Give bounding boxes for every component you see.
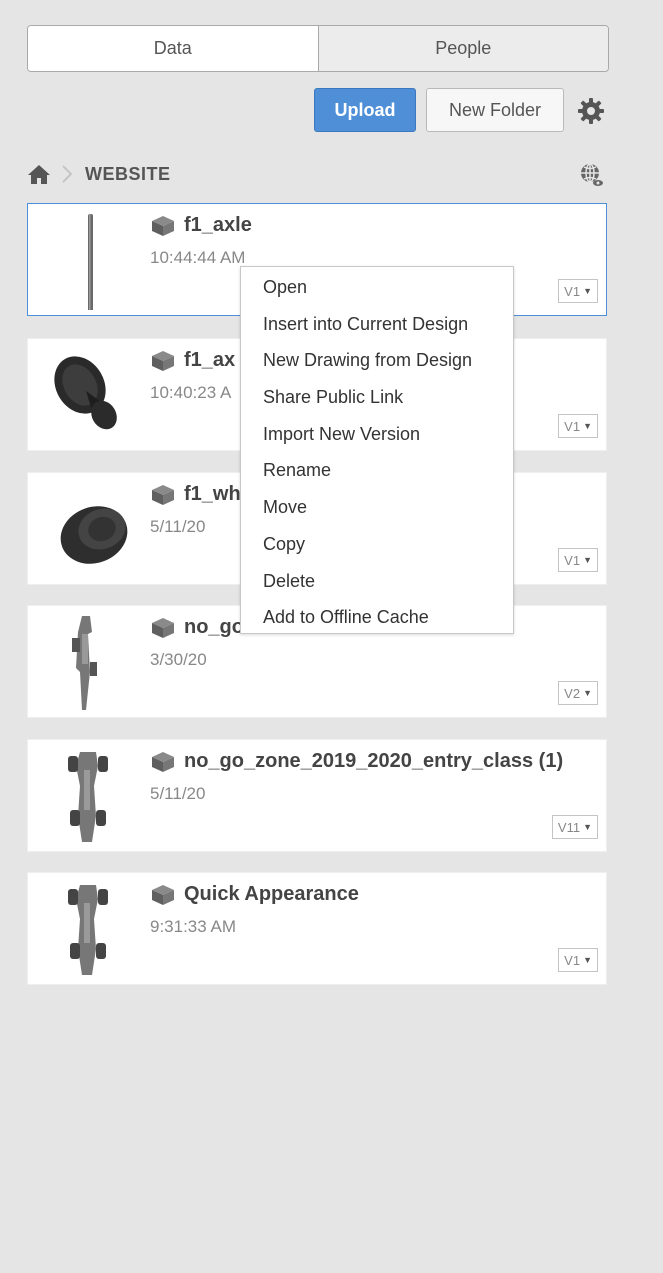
menu-item-insert-into-current-design[interactable]: Insert into Current Design [241, 306, 513, 343]
caret-down-icon: ▼ [583, 955, 592, 965]
cube-icon [152, 350, 174, 371]
version-dropdown[interactable]: V1 ▼ [558, 279, 598, 303]
cube-icon [152, 751, 174, 772]
menu-item-share-public-link[interactable]: Share Public Link [241, 379, 513, 416]
version-dropdown[interactable]: V1 ▼ [558, 548, 598, 572]
menu-item-new-drawing-from-design[interactable]: New Drawing from Design [241, 342, 513, 379]
file-timestamp: 5/11/20 [150, 517, 206, 536]
file-timestamp: 10:44:44 AM [150, 248, 246, 267]
upload-button[interactable]: Upload [314, 88, 416, 132]
cube-icon [152, 884, 174, 905]
version-dropdown[interactable]: V11 ▼ [551, 815, 598, 839]
tab-bar: Data People [27, 25, 609, 72]
file-name[interactable]: Quick Appearance [184, 883, 359, 906]
version-label: V1 [564, 418, 581, 434]
version-dropdown[interactable]: V2 ▼ [558, 681, 598, 705]
caret-down-icon: ▼ [583, 421, 592, 431]
menu-item-open[interactable]: Open [241, 269, 513, 306]
chevron-right-icon [62, 165, 73, 183]
caret-down-icon: ▼ [583, 555, 592, 565]
version-label: V1 [564, 552, 581, 568]
file-name-start[interactable]: no_go [184, 616, 244, 639]
thumbnail-wheel [60, 506, 128, 564]
caret-down-icon: ▼ [583, 286, 592, 296]
globe-icon[interactable] [576, 160, 606, 190]
breadcrumb: WEBSITE [27, 160, 171, 188]
data-panel: Data People Upload New Folder WEBSITE f1… [0, 0, 663, 1273]
menu-item-copy[interactable]: Copy [241, 526, 513, 563]
version-label: V11 [557, 819, 581, 835]
thumbnail-axle-rod [88, 214, 93, 310]
file-name[interactable]: no_go_zone_2019_2020_entry_class (1) [184, 750, 563, 773]
tab-people[interactable]: People [317, 26, 608, 71]
thumbnail-car-top [68, 752, 108, 842]
cube-icon [152, 617, 174, 638]
file-timestamp: 5/11/20 [150, 784, 206, 803]
caret-down-icon: ▼ [583, 688, 592, 698]
thumbnail-car-top [68, 885, 108, 975]
menu-item-move[interactable]: Move [241, 489, 513, 526]
file-timestamp: 3/30/20 [150, 650, 207, 669]
version-label: V1 [564, 283, 581, 299]
version-dropdown[interactable]: V1 ▼ [558, 414, 598, 438]
home-icon[interactable] [27, 163, 51, 185]
new-folder-button[interactable]: New Folder [426, 88, 564, 132]
cube-icon [152, 484, 174, 505]
tab-data[interactable]: Data [28, 26, 318, 71]
menu-item-delete[interactable]: Delete [241, 563, 513, 600]
thumbnail-car-side [72, 616, 97, 710]
thumbnail-axle-hub [54, 356, 117, 430]
menu-item-import-new-version[interactable]: Import New Version [241, 416, 513, 453]
file-name[interactable]: f1_wh [184, 483, 241, 506]
file-timestamp: 9:31:33 AM [150, 917, 237, 936]
gear-icon[interactable] [576, 96, 606, 126]
file-timestamp: 10:40:23 A [150, 383, 232, 402]
caret-down-icon: ▼ [583, 822, 592, 832]
file-name[interactable]: f1_ax [184, 349, 235, 372]
version-label: V1 [564, 952, 581, 968]
version-label: V2 [564, 685, 581, 701]
menu-item-add-to-offline-cache[interactable]: Add to Offline Cache [241, 599, 513, 636]
context-menu: Open Insert into Current Design New Draw… [240, 266, 514, 634]
breadcrumb-current[interactable]: WEBSITE [85, 164, 171, 185]
file-card[interactable]: no_go_zone_2019_2020_entry_class (1) 5/1… [27, 739, 607, 852]
file-card[interactable]: Quick Appearance 9:31:33 AM V1 ▼ [27, 872, 607, 985]
file-name[interactable]: f1_axle [184, 214, 252, 237]
cube-icon [152, 215, 174, 236]
menu-item-rename[interactable]: Rename [241, 452, 513, 489]
version-dropdown[interactable]: V1 ▼ [558, 948, 598, 972]
